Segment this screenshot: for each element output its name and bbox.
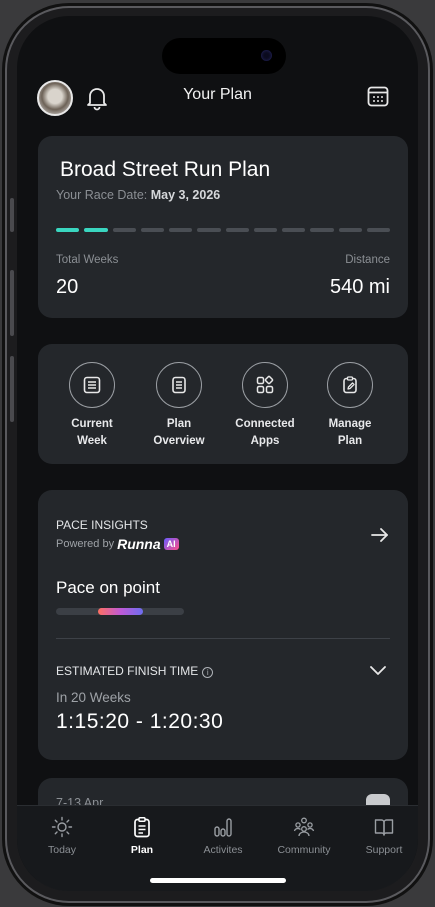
action-label: Apps [250,435,280,447]
app-screen: Your Plan Broad Street Run Plan Your Rac… [17,16,418,891]
divider [56,638,390,639]
action-label: Current [71,418,113,430]
progress-segment [140,228,164,232]
side-button [10,198,14,232]
estimated-finish-label: ESTIMATED FINISH TIME [56,664,199,678]
pace-insights-card[interactable]: PACE INSIGHTS Powered by Runna AI Pace o… [38,490,408,760]
progress-segment-complete [84,228,108,232]
progress-segment [169,228,193,232]
powered-by: Powered by Runna AI [56,536,179,552]
runna-logo: Runna [117,536,161,552]
chevron-down-icon[interactable] [368,664,388,678]
tab-label: Support [365,844,403,856]
plan-overview-button[interactable]: Plan Overview [139,362,219,450]
activity-bars-icon [214,818,232,837]
tab-activities[interactable]: Activites [188,816,258,856]
distance-label: Distance [345,254,390,266]
tab-community[interactable]: Community [269,816,339,856]
progress-segment-complete [56,228,80,232]
plan-summary-card[interactable]: Broad Street Run Plan Your Race Date: Ma… [38,136,408,318]
tab-label: Plan [130,844,154,856]
camera-icon [261,50,272,61]
clipboard-icon [134,817,150,838]
total-weeks-value: 20 [56,276,79,298]
race-date-value: May 3, 2026 [150,188,221,202]
race-date: Your Race Date: May 3, 2026 [56,188,220,202]
connected-apps-button[interactable]: Connected Apps [225,362,305,450]
book-icon [374,819,394,836]
progress-segment [310,228,334,232]
race-date-label: Your Race Date: [56,188,148,202]
arrow-right-icon[interactable] [370,526,390,544]
calendar-icon[interactable] [366,84,390,108]
info-icon[interactable]: i [202,667,214,678]
community-icon [293,817,315,837]
edit-clipboard-icon [343,376,357,394]
list-icon [83,376,101,394]
apps-icon [256,375,274,394]
pace-status: Pace on point [56,578,160,597]
tab-plan[interactable]: Plan [107,816,177,856]
progress-segment [197,228,221,232]
side-button [10,356,14,422]
plan-progress-bar [56,228,390,232]
tab-label: Today [47,844,77,856]
pace-insights-heading: PACE INSIGHTS [56,518,148,532]
action-label: Manage [328,418,372,430]
tab-today[interactable]: Today [27,816,97,856]
quick-actions-card: Current Week Plan Overview Connected App… [38,344,408,464]
tab-support[interactable]: Support [349,816,418,856]
action-label: Overview [153,435,205,447]
side-button [10,270,14,336]
progress-segment [338,228,362,232]
action-label: Connected [235,418,295,430]
progress-segment [366,228,390,232]
total-weeks-label: Total Weeks [56,254,119,266]
home-indicator [150,878,286,883]
current-week-button[interactable]: Current Week [52,362,132,450]
document-icon [172,376,186,394]
progress-segment [225,228,249,232]
progress-segment [253,228,277,232]
tab-bar: Today Plan Activites Community Support [17,805,418,891]
distance-value: 540 mi [329,276,390,298]
tab-label: Community [277,844,331,856]
action-label: Plan [166,418,192,430]
pace-indicator-fill [98,608,143,615]
ai-badge: AI [163,538,179,550]
sun-icon [51,816,73,838]
page-title: Your Plan [183,86,252,103]
action-label: Plan [337,435,363,447]
estimated-finish-heading: ESTIMATED FINISH TIME i [56,664,214,678]
app-header: Your Plan [17,80,418,120]
dynamic-island [162,38,286,74]
manage-plan-button[interactable]: Manage Plan [310,362,390,450]
pace-indicator-track [56,608,184,615]
powered-by-label: Powered by [56,538,115,550]
progress-segment [282,228,306,232]
action-label: Week [77,435,107,447]
tab-label: Activites [203,844,243,856]
progress-segment [112,228,136,232]
finish-time-range: 1:15:20 - 1:20:30 [56,710,224,733]
plan-title: Broad Street Run Plan [60,158,271,181]
finish-weeks: In 20 Weeks [56,690,131,705]
